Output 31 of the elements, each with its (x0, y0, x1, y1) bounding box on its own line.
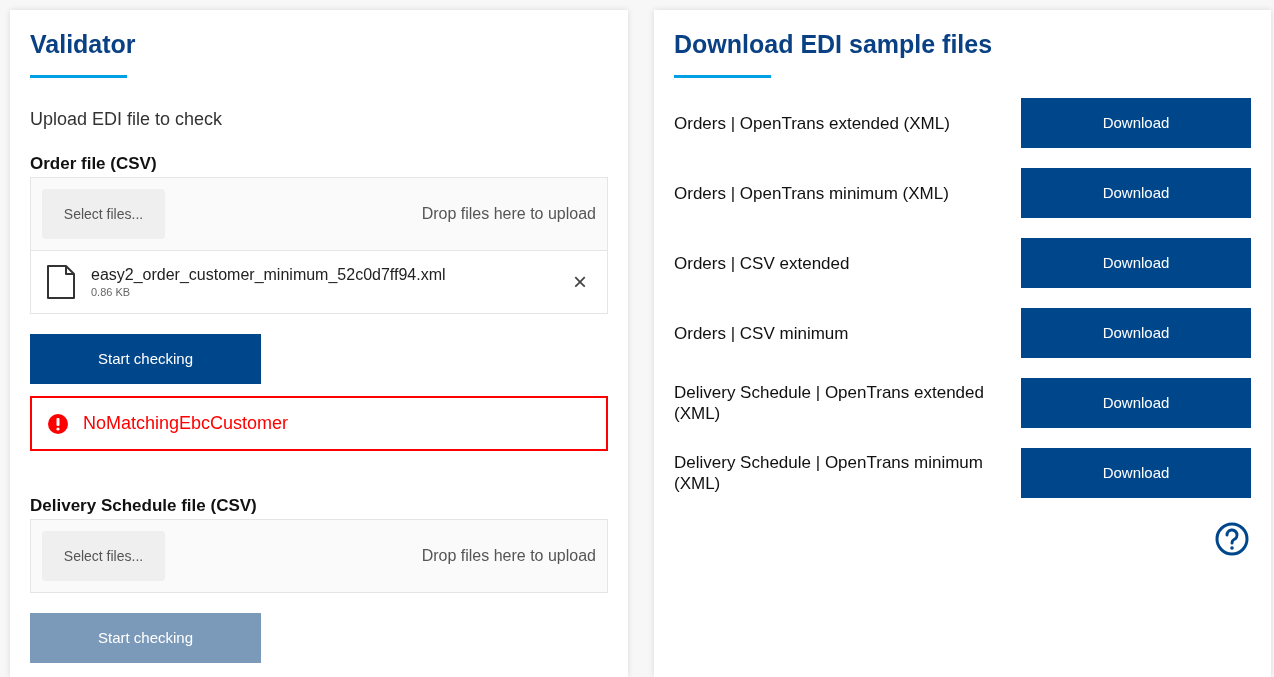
subtitle: Upload EDI file to check (30, 108, 224, 131)
sample-label: Orders | CSV minimum (674, 322, 850, 344)
file-size: 0.86 KB (91, 285, 132, 299)
drop-hint: Drop files here to upload (421, 546, 596, 566)
error-icon (47, 412, 69, 435)
download-button[interactable]: Download (1021, 308, 1251, 358)
file-name: easy2_order_customer_minimum_52c0d7ff94.xml (91, 265, 447, 285)
sample-label: Orders | OpenTrans extended (XML) (674, 112, 951, 134)
select-files-button[interactable]: Select files... (42, 531, 165, 581)
download-button[interactable]: Download (1021, 98, 1251, 148)
field-label: Delivery Schedule file (CSV) (30, 495, 258, 517)
field-label: Order file (CSV) (30, 153, 158, 175)
sample-label: Orders | CSV extended (674, 252, 851, 274)
card-title: Validator (30, 29, 137, 60)
sample-label: Orders | OpenTrans minimum (XML) (674, 182, 950, 204)
download-button[interactable]: Download (1021, 378, 1251, 428)
select-files-button[interactable]: Select files... (42, 189, 165, 239)
drop-zone[interactable]: Select files... Drop files here to upload (31, 178, 607, 250)
file-icon (46, 264, 76, 300)
error-text: NoMatchingEbcCustomer (83, 412, 289, 435)
help-icon[interactable] (1215, 522, 1249, 556)
drop-zone[interactable]: Select files... Drop files here to upload (31, 520, 607, 592)
sample-label: Delivery Schedule | OpenTrans minimum (XML) (674, 452, 984, 494)
sample-label: Delivery Schedule | OpenTrans extended (XML) (674, 382, 985, 424)
start-checking-button[interactable]: Start checking (30, 334, 261, 384)
remove-file-button[interactable]: × (573, 270, 587, 294)
download-button[interactable]: Download (1021, 168, 1251, 218)
drop-hint: Drop files here to upload (421, 204, 596, 224)
download-button[interactable]: Download (1021, 448, 1251, 498)
download-button[interactable]: Download (1021, 238, 1251, 288)
card-title: Download EDI sample files (674, 29, 994, 60)
